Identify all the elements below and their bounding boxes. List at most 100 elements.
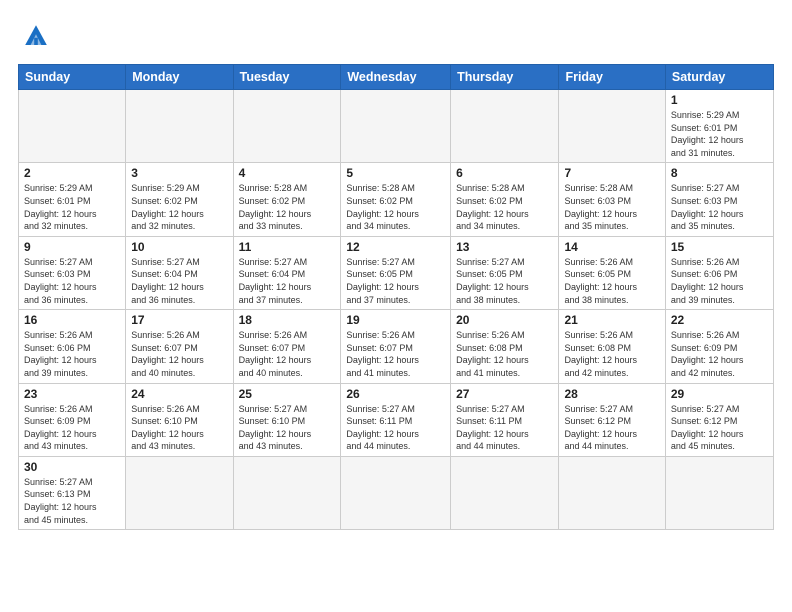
calendar-cell (559, 90, 665, 163)
calendar-cell: 8 Sunrise: 5:27 AM Sunset: 6:03 PM Daylig… (665, 163, 773, 236)
calendar-cell: 4 Sunrise: 5:28 AM Sunset: 6:02 PM Daylig… (233, 163, 341, 236)
weekday-header-row: SundayMondayTuesdayWednesdayThursdayFrid… (19, 65, 774, 90)
day-info: Sunrise: 5:27 AM Sunset: 6:11 PM Dayligh… (346, 403, 445, 453)
weekday-header-tuesday: Tuesday (233, 65, 341, 90)
day-number: 13 (456, 240, 553, 254)
calendar-cell: 13 Sunrise: 5:27 AM Sunset: 6:05 PM Dayli… (451, 236, 559, 309)
day-number: 25 (239, 387, 336, 401)
calendar-cell: 9 Sunrise: 5:27 AM Sunset: 6:03 PM Daylig… (19, 236, 126, 309)
day-info: Sunrise: 5:27 AM Sunset: 6:13 PM Dayligh… (24, 476, 120, 526)
calendar-cell: 7Sunrise: 5:28 AM Sunset: 6:03 PM Daylig… (559, 163, 665, 236)
day-number: 11 (239, 240, 336, 254)
calendar-week-2: 9 Sunrise: 5:27 AM Sunset: 6:03 PM Daylig… (19, 236, 774, 309)
calendar-cell (451, 456, 559, 529)
day-number: 28 (564, 387, 659, 401)
weekday-header-thursday: Thursday (451, 65, 559, 90)
calendar-week-1: 2 Sunrise: 5:29 AM Sunset: 6:01 PM Daylig… (19, 163, 774, 236)
day-info: Sunrise: 5:26 AM Sunset: 6:08 PM Dayligh… (456, 329, 553, 379)
day-info: Sunrise: 5:28 AM Sunset: 6:02 PM Dayligh… (346, 182, 445, 232)
calendar-cell: 26 Sunrise: 5:27 AM Sunset: 6:11 PM Dayli… (341, 383, 451, 456)
day-info: Sunrise: 5:27 AM Sunset: 6:11 PM Dayligh… (456, 403, 553, 453)
header (18, 18, 774, 54)
day-number: 21 (564, 313, 659, 327)
day-info: Sunrise: 5:29 AM Sunset: 6:01 PM Dayligh… (671, 109, 768, 159)
day-info: Sunrise: 5:29 AM Sunset: 6:02 PM Dayligh… (131, 182, 227, 232)
day-number: 22 (671, 313, 768, 327)
day-info: Sunrise: 5:28 AM Sunset: 6:03 PM Dayligh… (564, 182, 659, 232)
calendar-cell: 24 Sunrise: 5:26 AM Sunset: 6:10 PM Dayli… (126, 383, 233, 456)
calendar-cell: 21 Sunrise: 5:26 AM Sunset: 6:08 PM Dayli… (559, 310, 665, 383)
day-info: Sunrise: 5:26 AM Sunset: 6:06 PM Dayligh… (24, 329, 120, 379)
weekday-header-wednesday: Wednesday (341, 65, 451, 90)
day-info: Sunrise: 5:26 AM Sunset: 6:06 PM Dayligh… (671, 256, 768, 306)
calendar-cell (559, 456, 665, 529)
calendar-week-4: 23 Sunrise: 5:26 AM Sunset: 6:09 PM Dayli… (19, 383, 774, 456)
logo-icon (18, 18, 54, 54)
calendar-cell (341, 90, 451, 163)
day-number: 4 (239, 166, 336, 180)
calendar-cell (126, 456, 233, 529)
weekday-header-saturday: Saturday (665, 65, 773, 90)
day-info: Sunrise: 5:27 AM Sunset: 6:10 PM Dayligh… (239, 403, 336, 453)
calendar-week-0: 1 Sunrise: 5:29 AM Sunset: 6:01 PM Daylig… (19, 90, 774, 163)
day-number: 30 (24, 460, 120, 474)
day-number: 3 (131, 166, 227, 180)
day-number: 24 (131, 387, 227, 401)
calendar-cell: 16 Sunrise: 5:26 AM Sunset: 6:06 PM Dayli… (19, 310, 126, 383)
calendar-cell: 3 Sunrise: 5:29 AM Sunset: 6:02 PM Daylig… (126, 163, 233, 236)
day-number: 1 (671, 93, 768, 107)
day-number: 2 (24, 166, 120, 180)
weekday-header-monday: Monday (126, 65, 233, 90)
calendar-cell (341, 456, 451, 529)
calendar-cell: 29 Sunrise: 5:27 AM Sunset: 6:12 PM Dayli… (665, 383, 773, 456)
calendar-cell (126, 90, 233, 163)
calendar-cell: 2 Sunrise: 5:29 AM Sunset: 6:01 PM Daylig… (19, 163, 126, 236)
day-number: 15 (671, 240, 768, 254)
day-info: Sunrise: 5:26 AM Sunset: 6:07 PM Dayligh… (239, 329, 336, 379)
calendar-cell: 27Sunrise: 5:27 AM Sunset: 6:11 PM Dayli… (451, 383, 559, 456)
day-number: 23 (24, 387, 120, 401)
calendar-cell: 19Sunrise: 5:26 AM Sunset: 6:07 PM Dayli… (341, 310, 451, 383)
day-info: Sunrise: 5:26 AM Sunset: 6:07 PM Dayligh… (131, 329, 227, 379)
day-info: Sunrise: 5:27 AM Sunset: 6:04 PM Dayligh… (131, 256, 227, 306)
day-info: Sunrise: 5:27 AM Sunset: 6:03 PM Dayligh… (24, 256, 120, 306)
day-info: Sunrise: 5:27 AM Sunset: 6:12 PM Dayligh… (671, 403, 768, 453)
day-info: Sunrise: 5:26 AM Sunset: 6:10 PM Dayligh… (131, 403, 227, 453)
calendar-cell (451, 90, 559, 163)
day-number: 29 (671, 387, 768, 401)
day-number: 9 (24, 240, 120, 254)
day-info: Sunrise: 5:29 AM Sunset: 6:01 PM Dayligh… (24, 182, 120, 232)
calendar-week-5: 30 Sunrise: 5:27 AM Sunset: 6:13 PM Dayli… (19, 456, 774, 529)
day-number: 26 (346, 387, 445, 401)
day-info: Sunrise: 5:26 AM Sunset: 6:09 PM Dayligh… (24, 403, 120, 453)
day-number: 20 (456, 313, 553, 327)
day-info: Sunrise: 5:27 AM Sunset: 6:03 PM Dayligh… (671, 182, 768, 232)
weekday-header-friday: Friday (559, 65, 665, 90)
page: SundayMondayTuesdayWednesdayThursdayFrid… (0, 0, 792, 540)
day-number: 16 (24, 313, 120, 327)
day-info: Sunrise: 5:28 AM Sunset: 6:02 PM Dayligh… (239, 182, 336, 232)
day-number: 8 (671, 166, 768, 180)
day-info: Sunrise: 5:28 AM Sunset: 6:02 PM Dayligh… (456, 182, 553, 232)
calendar-cell: 25 Sunrise: 5:27 AM Sunset: 6:10 PM Dayli… (233, 383, 341, 456)
calendar-cell: 15 Sunrise: 5:26 AM Sunset: 6:06 PM Dayli… (665, 236, 773, 309)
calendar-cell: 14Sunrise: 5:26 AM Sunset: 6:05 PM Dayli… (559, 236, 665, 309)
calendar-cell (233, 90, 341, 163)
calendar-cell: 17 Sunrise: 5:26 AM Sunset: 6:07 PM Dayli… (126, 310, 233, 383)
calendar-cell (233, 456, 341, 529)
calendar-cell: 1 Sunrise: 5:29 AM Sunset: 6:01 PM Daylig… (665, 90, 773, 163)
calendar-week-3: 16 Sunrise: 5:26 AM Sunset: 6:06 PM Dayli… (19, 310, 774, 383)
day-info: Sunrise: 5:27 AM Sunset: 6:04 PM Dayligh… (239, 256, 336, 306)
day-number: 17 (131, 313, 227, 327)
calendar-cell: 12Sunrise: 5:27 AM Sunset: 6:05 PM Dayli… (341, 236, 451, 309)
calendar-cell (665, 456, 773, 529)
day-info: Sunrise: 5:27 AM Sunset: 6:12 PM Dayligh… (564, 403, 659, 453)
day-number: 14 (564, 240, 659, 254)
day-info: Sunrise: 5:27 AM Sunset: 6:05 PM Dayligh… (456, 256, 553, 306)
calendar-cell: 20 Sunrise: 5:26 AM Sunset: 6:08 PM Dayli… (451, 310, 559, 383)
calendar-cell: 18Sunrise: 5:26 AM Sunset: 6:07 PM Dayli… (233, 310, 341, 383)
day-info: Sunrise: 5:27 AM Sunset: 6:05 PM Dayligh… (346, 256, 445, 306)
day-info: Sunrise: 5:26 AM Sunset: 6:08 PM Dayligh… (564, 329, 659, 379)
day-number: 19 (346, 313, 445, 327)
calendar-cell: 30 Sunrise: 5:27 AM Sunset: 6:13 PM Dayli… (19, 456, 126, 529)
